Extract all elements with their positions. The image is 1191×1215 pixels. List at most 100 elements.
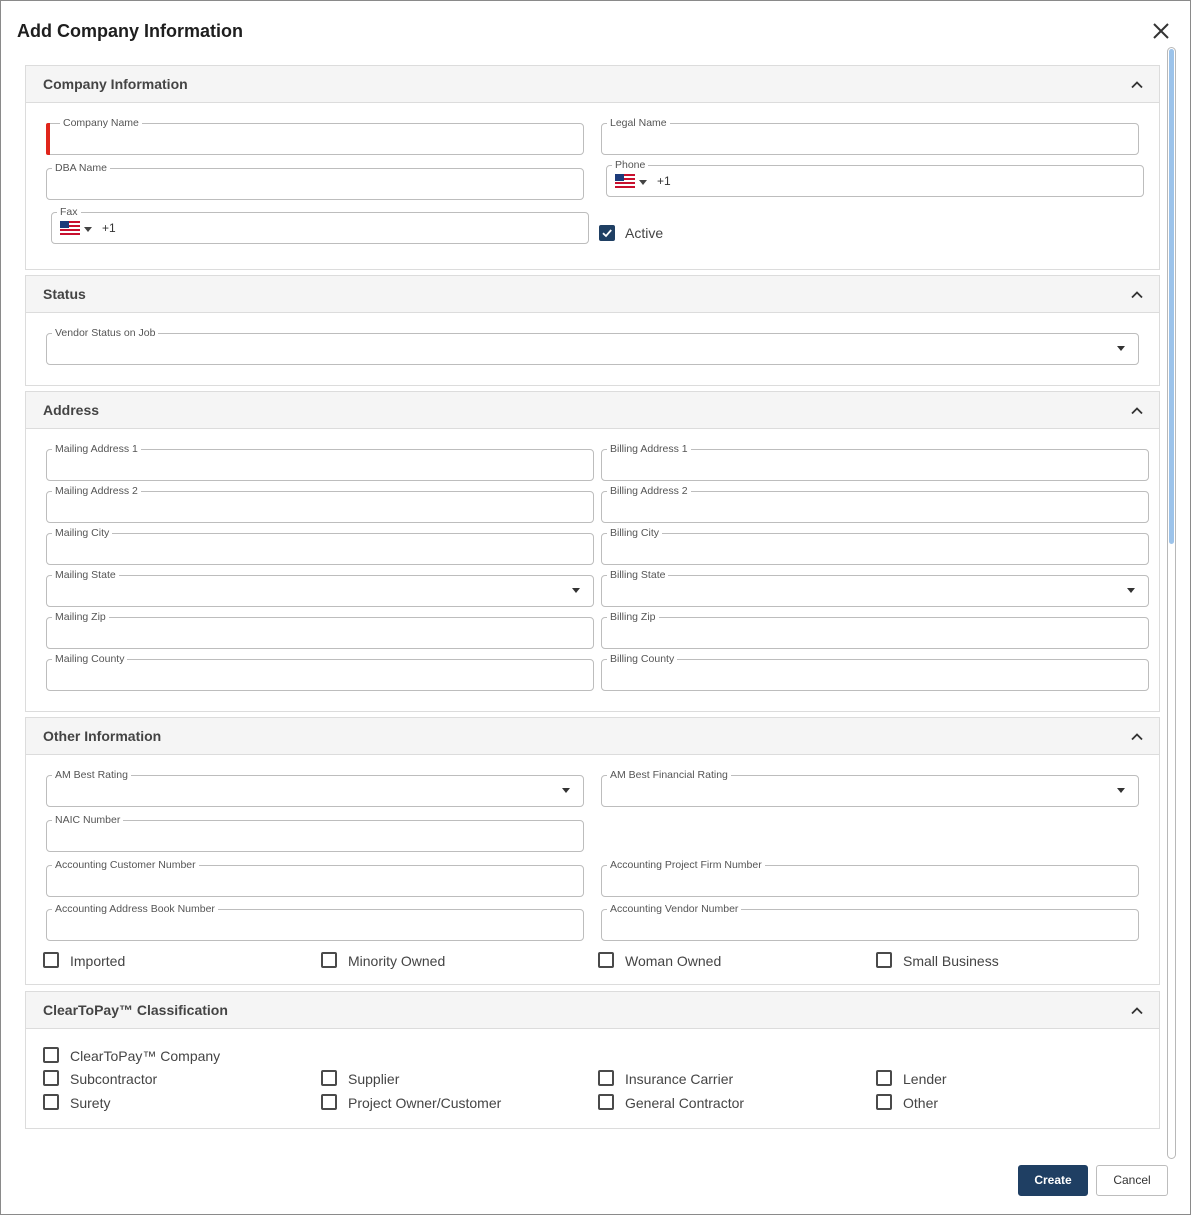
naic-number-field[interactable]: NAIC Number (46, 813, 584, 852)
insurance-carrier-checkbox[interactable] (598, 1070, 614, 1086)
create-button[interactable]: Create (1018, 1165, 1088, 1196)
phone-field[interactable]: Phone +1 (606, 158, 1144, 197)
section-cleartopay-classification: ClearToPay™ Classification ClearToPay™ C… (25, 991, 1160, 1129)
am-best-rating-select[interactable]: AM Best Rating (46, 768, 584, 807)
field-label: Mailing County (52, 652, 128, 666)
billing-state-select[interactable]: Billing State (601, 568, 1149, 607)
field-label: Billing Address 1 (607, 442, 691, 456)
other-checkbox[interactable] (876, 1094, 892, 1110)
surety-label: Surety (70, 1095, 111, 1111)
field-label: Mailing Zip (52, 610, 109, 624)
field-label: Legal Name (607, 116, 670, 130)
caret-down-icon[interactable] (1127, 588, 1135, 593)
mailing-county-field[interactable]: Mailing County (46, 652, 594, 691)
project-owner-customer-label: Project Owner/Customer (348, 1095, 502, 1111)
accounting-customer-number-field[interactable]: Accounting Customer Number (46, 858, 584, 897)
accounting-project-firm-number-field[interactable]: Accounting Project Firm Number (601, 858, 1139, 897)
accounting-vendor-number-field[interactable]: Accounting Vendor Number (601, 902, 1139, 941)
section-title: Address (43, 402, 100, 418)
am-best-financial-rating-select[interactable]: AM Best Financial Rating (601, 768, 1139, 807)
field-label: Billing City (607, 526, 663, 540)
mailing-address-1-field[interactable]: Mailing Address 1 (46, 442, 594, 481)
minority-owned-checkbox[interactable] (321, 952, 337, 968)
field-label: Mailing City (52, 526, 113, 540)
vendor-status-select[interactable]: Vendor Status on Job (46, 326, 1139, 365)
subcontractor-label: Subcontractor (70, 1071, 158, 1087)
chevron-up-icon[interactable] (1130, 78, 1144, 92)
field-label: AM Best Rating (52, 768, 131, 782)
chevron-up-icon[interactable] (1130, 404, 1144, 418)
section-header[interactable]: Address (26, 392, 1159, 429)
accounting-address-book-number-field[interactable]: Accounting Address Book Number (46, 902, 584, 941)
active-checkbox[interactable] (599, 225, 615, 241)
general-contractor-checkbox[interactable] (598, 1094, 614, 1110)
billing-city-field[interactable]: Billing City (601, 526, 1149, 565)
field-label: Accounting Project Firm Number (607, 858, 765, 872)
section-header[interactable]: Status (26, 276, 1159, 313)
legal-name-field[interactable]: Legal Name (601, 116, 1139, 155)
billing-address-1-field[interactable]: Billing Address 1 (601, 442, 1149, 481)
caret-down-icon[interactable] (562, 788, 570, 793)
field-label: Billing County (607, 652, 678, 666)
project-owner-customer-checkbox[interactable] (321, 1094, 337, 1110)
billing-zip-field[interactable]: Billing Zip (601, 610, 1149, 649)
field-label: Accounting Customer Number (52, 858, 199, 872)
mailing-zip-field[interactable]: Mailing Zip (46, 610, 594, 649)
field-label: Fax (57, 205, 81, 219)
section-header[interactable]: Company Information (26, 66, 1159, 103)
caret-down-icon[interactable] (1117, 346, 1125, 351)
surety-checkbox[interactable] (43, 1094, 59, 1110)
field-label: Phone (612, 158, 649, 172)
field-label: Accounting Address Book Number (52, 902, 218, 916)
cleartopay-company-checkbox[interactable] (43, 1047, 59, 1063)
scrollbar[interactable] (1167, 47, 1176, 1159)
minority-owned-label: Minority Owned (348, 953, 446, 969)
close-icon (1153, 23, 1169, 39)
dialog-title: Add Company Information (17, 21, 243, 41)
us-flag-icon[interactable] (615, 174, 635, 188)
mailing-state-select[interactable]: Mailing State (46, 568, 594, 607)
section-company-information: Company Information Company Name Legal N… (25, 65, 1160, 270)
subcontractor-checkbox[interactable] (43, 1070, 59, 1086)
small-business-label: Small Business (903, 953, 999, 969)
billing-county-field[interactable]: Billing County (601, 652, 1149, 691)
section-title: Company Information (43, 76, 188, 92)
required-indicator (46, 123, 50, 155)
field-label: Company Name (60, 116, 142, 130)
caret-down-icon[interactable] (639, 180, 647, 185)
section-header[interactable]: ClearToPay™ Classification (26, 992, 1159, 1029)
field-label: AM Best Financial Rating (607, 768, 731, 782)
close-button[interactable] (1149, 19, 1173, 43)
lender-checkbox[interactable] (876, 1070, 892, 1086)
insurance-carrier-label: Insurance Carrier (625, 1071, 734, 1087)
company-name-field[interactable]: Company Name (46, 116, 584, 155)
field-label: Mailing State (52, 568, 119, 582)
add-company-dialog: Add Company Information Company Informat… (0, 0, 1191, 1215)
cancel-button[interactable]: Cancel (1096, 1165, 1168, 1196)
supplier-label: Supplier (348, 1071, 400, 1087)
section-header[interactable]: Other Information (26, 718, 1159, 755)
section-title: Status (43, 286, 86, 302)
scrollbar-thumb[interactable] (1169, 49, 1174, 544)
billing-address-2-field[interactable]: Billing Address 2 (601, 484, 1149, 523)
supplier-checkbox[interactable] (321, 1070, 337, 1086)
field-label: Mailing Address 2 (52, 484, 141, 498)
fax-country-code: +1 (102, 221, 116, 235)
chevron-up-icon[interactable] (1130, 730, 1144, 744)
field-label: Billing State (607, 568, 669, 582)
fax-field[interactable]: Fax +1 (51, 205, 589, 244)
chevron-up-icon[interactable] (1130, 1004, 1144, 1018)
caret-down-icon[interactable] (572, 588, 580, 593)
woman-owned-checkbox[interactable] (598, 952, 614, 968)
imported-checkbox[interactable] (43, 952, 59, 968)
small-business-checkbox[interactable] (876, 952, 892, 968)
dba-name-field[interactable]: DBA Name (46, 161, 584, 200)
caret-down-icon[interactable] (84, 227, 92, 232)
mailing-city-field[interactable]: Mailing City (46, 526, 594, 565)
field-label: Accounting Vendor Number (607, 902, 742, 916)
field-label: Mailing Address 1 (52, 442, 141, 456)
mailing-address-2-field[interactable]: Mailing Address 2 (46, 484, 594, 523)
caret-down-icon[interactable] (1117, 788, 1125, 793)
us-flag-icon[interactable] (60, 221, 80, 235)
chevron-up-icon[interactable] (1130, 288, 1144, 302)
